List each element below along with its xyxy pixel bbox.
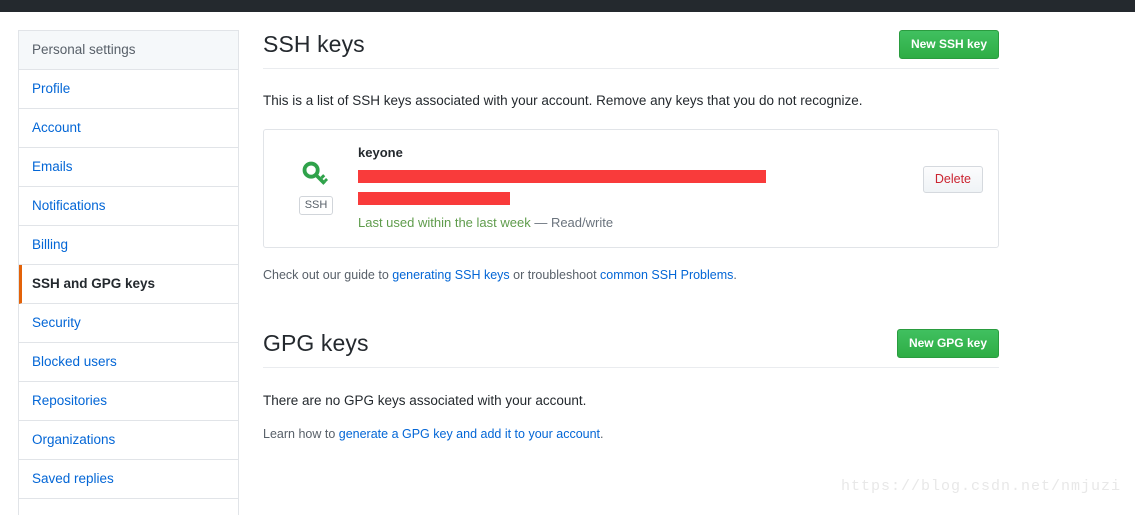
gpg-keys-title: GPG keys (263, 330, 369, 356)
ssh-key-type-badge: SSH (298, 196, 334, 215)
top-header-bar (0, 0, 1135, 12)
settings-page: Personal settings Profile Account Emails… (0, 12, 1135, 515)
sidebar-item-ssh-and-gpg-keys[interactable]: SSH and GPG keys (19, 265, 238, 304)
sidebar-item-account[interactable]: Account (19, 109, 238, 148)
sidebar-item-emails[interactable]: Emails (19, 148, 238, 187)
ssh-keys-header: SSH keys New SSH key (263, 30, 999, 69)
sidebar-item-truncated[interactable] (19, 499, 238, 515)
sidebar-item-profile[interactable]: Profile (19, 70, 238, 109)
blog-watermark: https://blog.csdn.net/nmjuzi (841, 478, 1122, 495)
gpg-keys-header: GPG keys New GPG key (263, 329, 999, 368)
sidebar-item-organizations[interactable]: Organizations (19, 421, 238, 460)
sidebar-item-security[interactable]: Security (19, 304, 238, 343)
gpg-learn-prefix: Learn how to (263, 427, 339, 441)
sidebar-item-saved-replies[interactable]: Saved replies (19, 460, 238, 499)
delete-ssh-key-button[interactable]: Delete (922, 166, 983, 193)
gpg-empty-message: There are no GPG keys associated with yo… (263, 393, 587, 408)
ssh-keys-section: SSH keys New SSH key This is a list of S… (263, 30, 999, 284)
common-ssh-problems-link[interactable]: common SSH Problems (600, 268, 733, 282)
sidebar-item-repositories[interactable]: Repositories (19, 382, 238, 421)
ssh-key-title: keyone (358, 145, 403, 160)
gpg-keys-section: GPG keys New GPG key There are no GPG ke… (263, 329, 999, 443)
new-ssh-key-button[interactable]: New SSH key (898, 30, 999, 59)
ssh-keys-description: This is a list of SSH keys associated wi… (263, 93, 863, 108)
ssh-key-added-date-redacted (358, 192, 510, 205)
gpg-learn-suffix: . (600, 427, 604, 441)
ssh-guide-middle: or troubleshoot (509, 268, 601, 282)
ssh-guide-text: Check out our guide to generating SSH ke… (263, 266, 999, 284)
personal-settings-sidebar: Personal settings Profile Account Emails… (18, 30, 239, 515)
ssh-key-row: SSH keyone Last used within the last wee… (263, 129, 999, 248)
sidebar-item-notifications[interactable]: Notifications (19, 187, 238, 226)
ssh-key-permission: — Read/write (530, 215, 614, 230)
main-content: SSH keys New SSH key This is a list of S… (263, 30, 999, 456)
sidebar-header: Personal settings (19, 31, 238, 70)
ssh-key-usage-meta: Last used within the last week — Read/wr… (358, 214, 853, 232)
new-gpg-key-button[interactable]: New GPG key (896, 329, 999, 358)
generate-gpg-key-link[interactable]: generate a GPG key and add it to your ac… (339, 427, 600, 441)
ssh-key-last-used: Last used within the last week (358, 215, 531, 230)
sidebar-item-blocked-users[interactable]: Blocked users (19, 343, 238, 382)
ssh-key-details: keyone Last used within the last week — … (358, 144, 983, 232)
key-icon (302, 161, 329, 185)
gpg-learn-text: Learn how to generate a GPG key and add … (263, 425, 999, 443)
ssh-key-icon-group: SSH (286, 158, 346, 215)
ssh-guide-suffix: . (733, 268, 737, 282)
generating-ssh-keys-link[interactable]: generating SSH keys (392, 268, 509, 282)
sidebar-item-billing[interactable]: Billing (19, 226, 238, 265)
ssh-keys-title: SSH keys (263, 31, 365, 57)
ssh-guide-prefix: Check out our guide to (263, 268, 393, 282)
ssh-key-fingerprint-redacted (358, 170, 766, 183)
